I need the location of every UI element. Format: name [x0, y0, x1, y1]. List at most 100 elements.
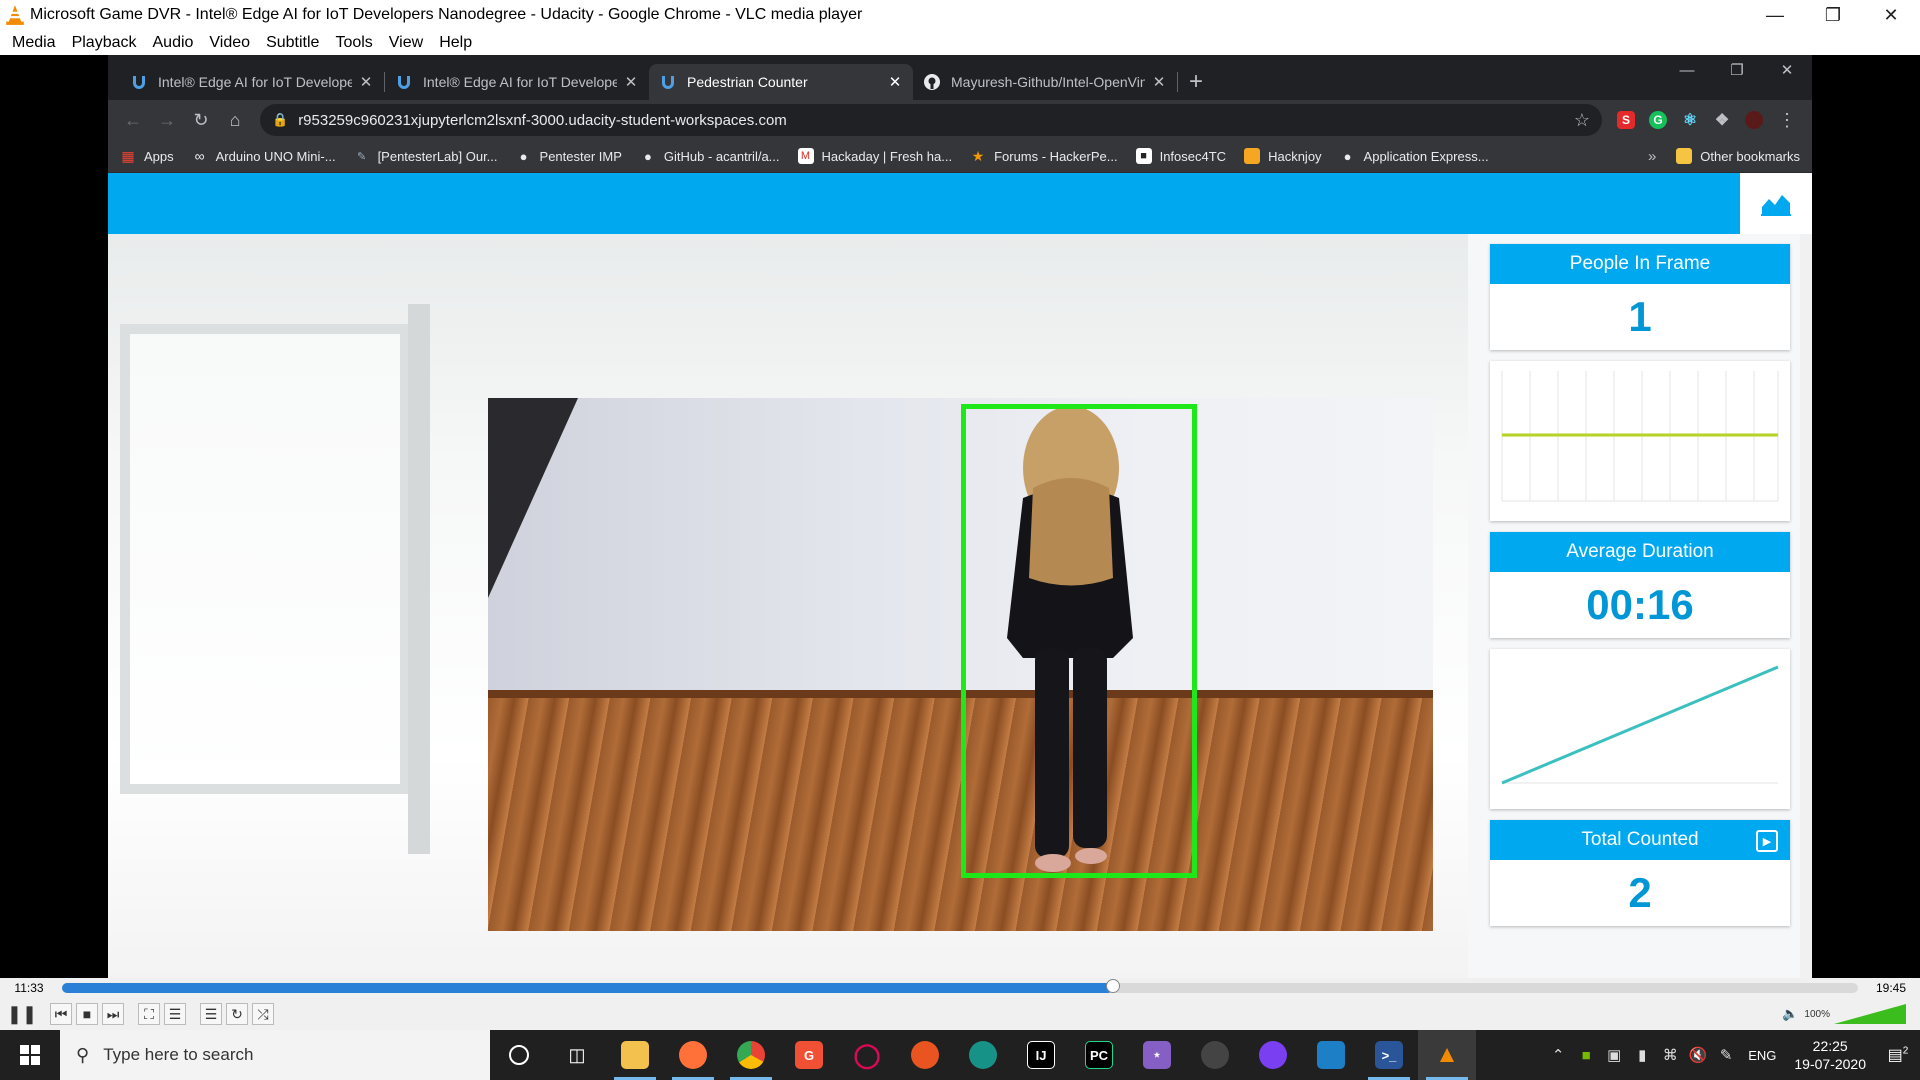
menu-view[interactable]: View [381, 34, 431, 52]
extended-settings-icon[interactable]: ☰ [164, 1003, 186, 1025]
clock[interactable]: 22:25 19-07-2020 [1784, 1037, 1876, 1073]
bookmarks-overflow-icon[interactable]: » [1648, 148, 1656, 165]
folder-icon [1676, 148, 1693, 164]
restore-icon[interactable]: ❐ [1804, 0, 1862, 30]
page-scrollbar[interactable] [1800, 234, 1812, 978]
loop-icon[interactable]: ↻ [226, 1003, 248, 1025]
volume-control[interactable]: 🔈 100% [1782, 1004, 1906, 1024]
pause-icon[interactable]: ❚❚ [7, 1000, 37, 1028]
extensions-puzzle-icon[interactable]: ❖ [1706, 104, 1738, 136]
chrome-menu-icon[interactable]: ⋮ [1770, 103, 1804, 137]
fullscreen-icon[interactable]: ⛶ [138, 1003, 160, 1025]
task-view-icon[interactable]: ◫ [548, 1030, 606, 1080]
language-indicator[interactable]: ENG [1740, 1048, 1784, 1063]
chrome-minimize-icon[interactable]: — [1662, 55, 1712, 85]
tab-udacity-1[interactable]: Intel® Edge AI for IoT Developer ✕ [120, 64, 384, 100]
volume-slider[interactable] [1834, 1004, 1906, 1024]
tab-pedestrian-counter[interactable]: Pedestrian Counter ✕ [649, 64, 913, 100]
tab-close-icon[interactable]: ✕ [623, 73, 639, 91]
debian-icon[interactable]: ◯ [838, 1030, 896, 1080]
vlc-taskbar-icon[interactable]: ▲ [1418, 1030, 1476, 1080]
menu-tools[interactable]: Tools [327, 34, 380, 52]
close-icon[interactable]: ✕ [1862, 0, 1920, 30]
people-in-frame-chart [1490, 361, 1790, 521]
video-area[interactable]: Intel® Edge AI for IoT Developer ✕ Intel… [0, 55, 1920, 978]
next-icon[interactable]: ⏭ [102, 1003, 124, 1025]
bookmark-pentester-imp[interactable]: ● Pentester IMP [516, 148, 622, 164]
tray-expand-icon[interactable]: ⌃ [1544, 1046, 1572, 1064]
windows-start-icon[interactable] [0, 1030, 60, 1080]
menu-audio[interactable]: Audio [145, 34, 202, 52]
seek-knob[interactable] [1105, 979, 1120, 993]
bookmark-apps[interactable]: ▦ Apps [120, 148, 173, 164]
bookmark-pentesterlab[interactable]: ✎ [PentesterLab] Our... [354, 148, 498, 164]
bookmark-hackaday[interactable]: M Hackaday | Fresh ha... [797, 148, 952, 164]
pycharm-icon[interactable]: PC [1070, 1030, 1128, 1080]
cheat-engine-icon[interactable] [1186, 1030, 1244, 1080]
playlist-icon[interactable]: ☰ [200, 1003, 222, 1025]
tab-udacity-2[interactable]: Intel® Edge AI for IoT Developer ✕ [385, 64, 649, 100]
cortana-icon[interactable] [490, 1030, 548, 1080]
chrome-close-icon[interactable]: ✕ [1762, 55, 1812, 85]
visual-studio-icon[interactable]: ⋆ [1128, 1030, 1186, 1080]
bookmark-hacknjoy[interactable]: Hacknjoy [1244, 148, 1322, 164]
display-icon[interactable]: ▣ [1600, 1046, 1628, 1064]
bookmark-infosec4tc[interactable]: ■ Infosec4TC [1135, 148, 1226, 164]
git-gui-icon[interactable]: G [780, 1030, 838, 1080]
stats-chart-icon[interactable] [1740, 173, 1812, 234]
minimize-icon[interactable]: — [1746, 0, 1804, 30]
play-icon[interactable]: ▶ [1756, 830, 1778, 852]
seek-bar[interactable] [62, 979, 1858, 993]
taskbar-search[interactable]: ⚲ Type here to search [60, 1030, 490, 1080]
gitkraken-icon[interactable] [954, 1030, 1012, 1080]
menu-playback[interactable]: Playback [64, 34, 145, 52]
back-icon[interactable]: ← [116, 103, 150, 137]
tab-close-icon[interactable]: ✕ [358, 73, 374, 91]
notification-icon[interactable]: ▤2 [1876, 1045, 1920, 1065]
reload-icon[interactable]: ↻ [184, 103, 218, 137]
ubuntu-icon[interactable] [896, 1030, 954, 1080]
average-duration-label: Average Duration [1490, 532, 1790, 572]
forward-icon[interactable]: → [150, 103, 184, 137]
wifi-icon[interactable]: ⌘ [1656, 1046, 1684, 1064]
speaker-icon[interactable]: 🔈 [1782, 1006, 1798, 1022]
file-explorer-icon[interactable] [606, 1030, 664, 1080]
firefox-icon[interactable] [664, 1030, 722, 1080]
chrome-icon[interactable] [722, 1030, 780, 1080]
bookmark-hackerpe[interactable]: ★ Forums - HackerPe... [970, 148, 1118, 164]
stop-icon[interactable]: ■ [76, 1003, 98, 1025]
tab-close-icon[interactable]: ✕ [1151, 73, 1167, 91]
nvidia-icon[interactable]: ■ [1572, 1047, 1600, 1064]
react-devtools-icon[interactable]: ⚛ [1674, 104, 1706, 136]
powershell-icon[interactable]: >_ [1360, 1030, 1418, 1080]
shuffle-icon[interactable]: ⤮ [252, 1003, 274, 1025]
address-bar[interactable]: 🔒 r953259c960231xjupyterlcm2lsxnf-3000.u… [260, 104, 1602, 136]
chrome-restore-icon[interactable]: ❐ [1712, 55, 1762, 85]
other-bookmarks[interactable]: Other bookmarks [1676, 148, 1800, 164]
previous-icon[interactable]: ⏮ [50, 1003, 72, 1025]
tab-close-icon[interactable]: ✕ [887, 73, 903, 91]
tab-github[interactable]: Mayuresh-Github/Intel-OpenVin ✕ [913, 64, 1177, 100]
bookmark-arduino[interactable]: ∞ Arduino UNO Mini-... [192, 148, 336, 164]
menu-help[interactable]: Help [431, 34, 480, 52]
virtualbox-icon[interactable] [1302, 1030, 1360, 1080]
people-in-frame-card: People In Frame 1 [1490, 244, 1790, 350]
volume-muted-icon[interactable]: 🔇 [1684, 1046, 1712, 1064]
grammarly-icon[interactable]: G [1642, 104, 1674, 136]
extension-s-icon[interactable]: S [1610, 104, 1642, 136]
menu-subtitle[interactable]: Subtitle [258, 34, 327, 52]
media-app-icon[interactable] [1244, 1030, 1302, 1080]
new-tab-icon[interactable]: + [1178, 64, 1214, 100]
bookmark-star-icon[interactable]: ☆ [1574, 110, 1590, 131]
home-icon[interactable]: ⌂ [218, 103, 252, 137]
profile-avatar[interactable] [1738, 104, 1770, 136]
pen-icon[interactable]: ✎ [1712, 1046, 1740, 1064]
bookmark-application-express[interactable]: ● Application Express... [1340, 148, 1489, 164]
menu-video[interactable]: Video [201, 34, 258, 52]
menu-media[interactable]: Media [4, 34, 64, 52]
intellij-icon[interactable]: IJ [1012, 1030, 1070, 1080]
bookmark-github[interactable]: ● GitHub - acantril/a... [640, 148, 780, 164]
lock-icon[interactable]: 🔒 [272, 112, 288, 128]
battery-icon[interactable]: ▮ [1628, 1046, 1656, 1064]
url-text[interactable]: r953259c960231xjupyterlcm2lsxnf-3000.uda… [298, 112, 1574, 129]
